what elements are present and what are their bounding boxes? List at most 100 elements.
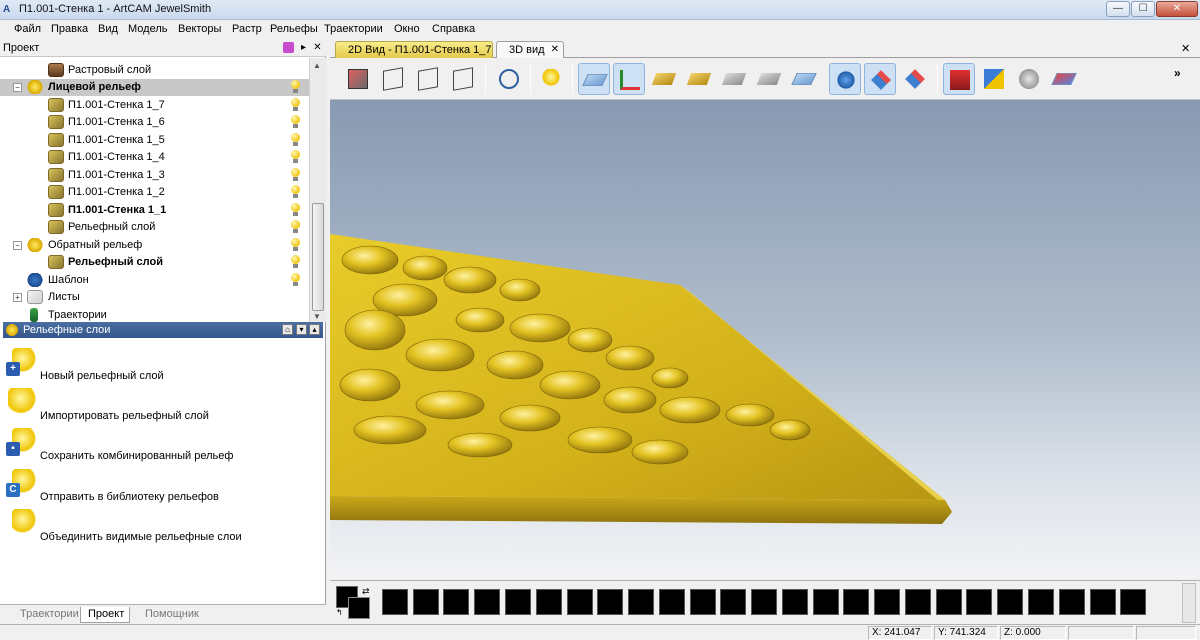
color-shade-button[interactable] [1048, 63, 1080, 95]
secondary-colour-swatch[interactable] [348, 597, 370, 619]
visibility-bulb-icon[interactable] [290, 185, 301, 199]
palette-swatch[interactable] [782, 589, 808, 615]
relief-gold-button[interactable] [683, 63, 715, 95]
tree-node-sheets[interactable]: + Листы [0, 289, 309, 306]
tree-node-relief-layer[interactable]: П1.001-Стенка 1_6 [0, 114, 309, 131]
menu-model[interactable]: Модель [128, 23, 167, 35]
show-layers-button[interactable] [864, 63, 896, 95]
palette-swatch[interactable] [1090, 589, 1116, 615]
minimize-button[interactable]: — [1106, 1, 1130, 17]
palette-swatch[interactable] [597, 589, 623, 615]
3d-viewport[interactable] [330, 100, 1200, 578]
save-combined-relief-action[interactable]: ▪ Сохранить комбинированный рельеф [6, 428, 316, 466]
tree-node-front-relief[interactable]: − Лицевой рельеф [0, 79, 309, 96]
tab-project[interactable]: Проект [80, 607, 130, 623]
new-relief-layer-action[interactable]: + Новый рельефный слой [6, 348, 316, 386]
expand-icon[interactable]: + [13, 293, 22, 302]
eraser-icon[interactable] [283, 42, 294, 53]
draw-plane-button[interactable] [578, 63, 610, 95]
zoom-button[interactable] [493, 63, 525, 95]
settings-button[interactable] [1013, 63, 1045, 95]
palette-swatch[interactable] [1028, 589, 1054, 615]
visibility-bulb-icon[interactable] [290, 220, 301, 234]
scrollbar-thumb[interactable] [312, 203, 324, 311]
visibility-bulb-icon[interactable] [290, 133, 301, 147]
pin-icon[interactable]: ▸ [298, 42, 309, 53]
palette-swatch[interactable] [751, 589, 777, 615]
simulation-button[interactable] [943, 63, 975, 95]
tab-2d-view[interactable]: 2D Вид - П1.001-Стенка 1_7 [335, 41, 493, 58]
palette-swatch[interactable] [966, 589, 992, 615]
palette-swatch[interactable] [690, 589, 716, 615]
palette-swatch[interactable] [413, 589, 439, 615]
palette-swatch[interactable] [567, 589, 593, 615]
maximize-button[interactable]: ☐ [1131, 1, 1155, 17]
relief-colour-button[interactable] [788, 63, 820, 95]
menu-help[interactable]: Справка [432, 23, 475, 35]
tree-node-back-relief[interactable]: − Обратный рельеф [0, 237, 309, 254]
visibility-bulb-icon[interactable] [290, 203, 301, 217]
palette-swatch[interactable] [505, 589, 531, 615]
menu-edit[interactable]: Правка [51, 23, 88, 35]
visibility-bulb-icon[interactable] [290, 168, 301, 182]
visibility-bulb-icon[interactable] [290, 98, 301, 112]
close-panel-button[interactable]: ✕ [312, 42, 323, 53]
tab-assistant[interactable]: Помощник [133, 607, 205, 623]
close-document-button[interactable]: ✕ [1181, 42, 1190, 55]
tree-node-template[interactable]: Шаблон [0, 272, 309, 289]
toolbar-overflow-button[interactable]: » [1174, 66, 1181, 80]
visibility-bulb-icon[interactable] [290, 238, 301, 252]
menu-window[interactable]: Окно [394, 23, 420, 35]
visibility-bulb-icon[interactable] [290, 273, 301, 287]
side-view-button[interactable] [447, 63, 479, 95]
textured-relief-button[interactable] [648, 63, 680, 95]
palette-swatch[interactable] [1059, 589, 1085, 615]
home-icon[interactable]: ⌂ [282, 324, 293, 335]
palette-swatch[interactable] [628, 589, 654, 615]
draw-axes-button[interactable] [613, 63, 645, 95]
scroll-up-icon[interactable]: ▲ [313, 61, 321, 70]
swap-colours-icon[interactable]: ⇄ [362, 586, 370, 597]
tree-node-relief-layer[interactable]: П1.001-Стенка 1_5 [0, 132, 309, 149]
iso-view-button[interactable] [342, 63, 374, 95]
close-tab-button[interactable]: ✕ [551, 42, 559, 58]
palette-swatch[interactable] [443, 589, 469, 615]
front-view-button[interactable] [412, 63, 444, 95]
import-relief-layer-action[interactable]: Импортировать рельефный слой [6, 388, 316, 426]
palette-swatch[interactable] [1120, 589, 1146, 615]
show-relief-star-button[interactable] [829, 63, 861, 95]
palette-swatch[interactable] [997, 589, 1023, 615]
scroll-down-icon[interactable]: ▼ [313, 312, 321, 321]
menu-reliefs[interactable]: Рельефы [270, 23, 318, 35]
tree-node-relief-layer[interactable]: П1.001-Стенка 1_4 [0, 149, 309, 166]
collapse-down-icon[interactable]: ▾ [296, 324, 307, 335]
merge-visible-relief-layers-action[interactable]: Объединить видимые рельефные слои [6, 509, 316, 547]
tree-scrollbar[interactable]: ▲ ▼ [309, 58, 326, 322]
palette-scrollbar[interactable] [1182, 583, 1196, 623]
palette-swatch[interactable] [474, 589, 500, 615]
palette-swatch[interactable] [843, 589, 869, 615]
tree-node-relief-layer[interactable]: П1.001-Стенка 1_7 [0, 97, 309, 114]
tree-node-relief-layer[interactable]: П1.001-Стенка 1_1 [0, 202, 309, 219]
palette-swatch[interactable] [874, 589, 900, 615]
reset-colours-icon[interactable]: ↰ [336, 608, 343, 617]
top-view-button[interactable] [377, 63, 409, 95]
tree-node-relief-layer[interactable]: Рельефный слой [0, 254, 309, 271]
menu-raster[interactable]: Растр [232, 23, 262, 35]
palette-swatch[interactable] [905, 589, 931, 615]
menu-file[interactable]: Файл [14, 23, 41, 35]
visibility-bulb-icon[interactable] [290, 80, 301, 94]
palette-swatch[interactable] [813, 589, 839, 615]
lighting-button[interactable] [536, 63, 568, 95]
tree-node-raster-layer[interactable]: Растровый слой [0, 62, 309, 79]
collapse-icon[interactable]: − [13, 83, 22, 92]
menu-view[interactable]: Вид [98, 23, 118, 35]
tab-toolpaths[interactable]: Траектории [8, 607, 80, 623]
menu-toolpaths[interactable]: Траектории [324, 23, 383, 35]
relief-wire-button[interactable] [753, 63, 785, 95]
tab-3d-view[interactable]: 3D вид ✕ [496, 41, 564, 58]
tree-node-relief-layer[interactable]: П1.001-Стенка 1_2 [0, 184, 309, 201]
show-sheets-button[interactable] [899, 63, 931, 95]
visibility-bulb-icon[interactable] [290, 115, 301, 129]
paint-button[interactable] [978, 63, 1010, 95]
